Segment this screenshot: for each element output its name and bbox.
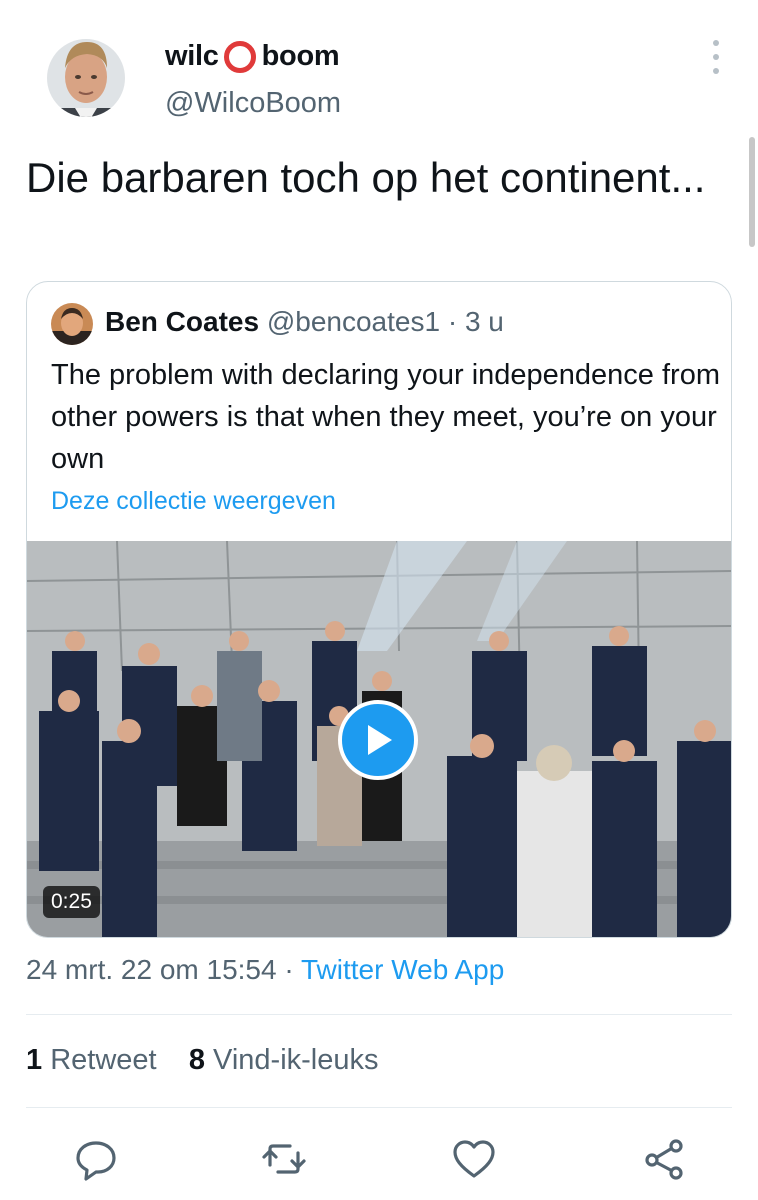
retweet-icon bbox=[262, 1144, 306, 1174]
quote-author-name[interactable]: Ben Coates bbox=[105, 306, 259, 337]
retweets-stat[interactable]: 1 Retweet bbox=[26, 1044, 157, 1076]
heart-icon bbox=[453, 1140, 495, 1178]
like-button[interactable] bbox=[450, 1135, 498, 1183]
video-duration: 0:25 bbox=[43, 886, 100, 918]
retweets-count: 1 bbox=[26, 1044, 43, 1076]
quote-text: The problem with declaring your independ… bbox=[51, 359, 720, 475]
retweet-button[interactable] bbox=[260, 1135, 308, 1183]
video-player[interactable]: 0:25 bbox=[27, 541, 731, 937]
share-icon bbox=[645, 1139, 683, 1180]
more-options-icon[interactable] bbox=[706, 40, 726, 74]
divider bbox=[26, 1014, 732, 1015]
quote-author-handle[interactable]: @bencoates1 bbox=[267, 306, 440, 337]
author-avatar[interactable] bbox=[47, 22, 125, 134]
show-collection-link[interactable]: Deze collectie weergeven bbox=[51, 487, 336, 516]
quote-author-avatar[interactable] bbox=[51, 303, 93, 345]
tweet-meta: 24 mrt. 22 om 15:54 · Twitter Web App bbox=[26, 954, 504, 986]
reply-button[interactable] bbox=[72, 1135, 120, 1183]
engagement-stats: 1 Retweet 8 Vind-ik-leuks bbox=[26, 1044, 379, 1077]
quote-header: Ben Coates @bencoates1 · 3 u bbox=[105, 306, 504, 338]
author-display-name[interactable]: wilc boom bbox=[165, 40, 340, 73]
play-button[interactable] bbox=[338, 700, 418, 780]
separator-dot: · bbox=[447, 306, 458, 337]
likes-count: 8 bbox=[188, 1044, 205, 1076]
reply-icon bbox=[76, 1141, 116, 1181]
author-handle[interactable]: @WilcoBoom bbox=[165, 87, 341, 120]
tweet-text: Die barbaren toch op het continent... bbox=[26, 154, 706, 201]
quoted-tweet-card[interactable]: Ben Coates @bencoates1 · 3 u The problem… bbox=[26, 281, 732, 938]
retweets-label: Retweet bbox=[50, 1044, 157, 1076]
display-name-part: boom bbox=[261, 40, 340, 72]
source-app-link[interactable]: Twitter Web App bbox=[301, 954, 504, 985]
tweet-date[interactable]: 24 mrt. 22 om 15:54 bbox=[26, 954, 277, 985]
display-name-part: wilc bbox=[165, 40, 219, 72]
likes-stat[interactable]: 8 Vind-ik-leuks bbox=[189, 1044, 379, 1076]
divider bbox=[26, 1107, 732, 1108]
quote-timestamp[interactable]: 3 u bbox=[465, 306, 504, 337]
likes-label: Vind-ik-leuks bbox=[213, 1044, 379, 1076]
share-button[interactable] bbox=[640, 1135, 688, 1183]
logo-ring-icon bbox=[223, 40, 256, 73]
play-icon bbox=[368, 725, 392, 755]
scrollbar[interactable] bbox=[749, 137, 755, 247]
separator-dot: · bbox=[284, 954, 294, 985]
